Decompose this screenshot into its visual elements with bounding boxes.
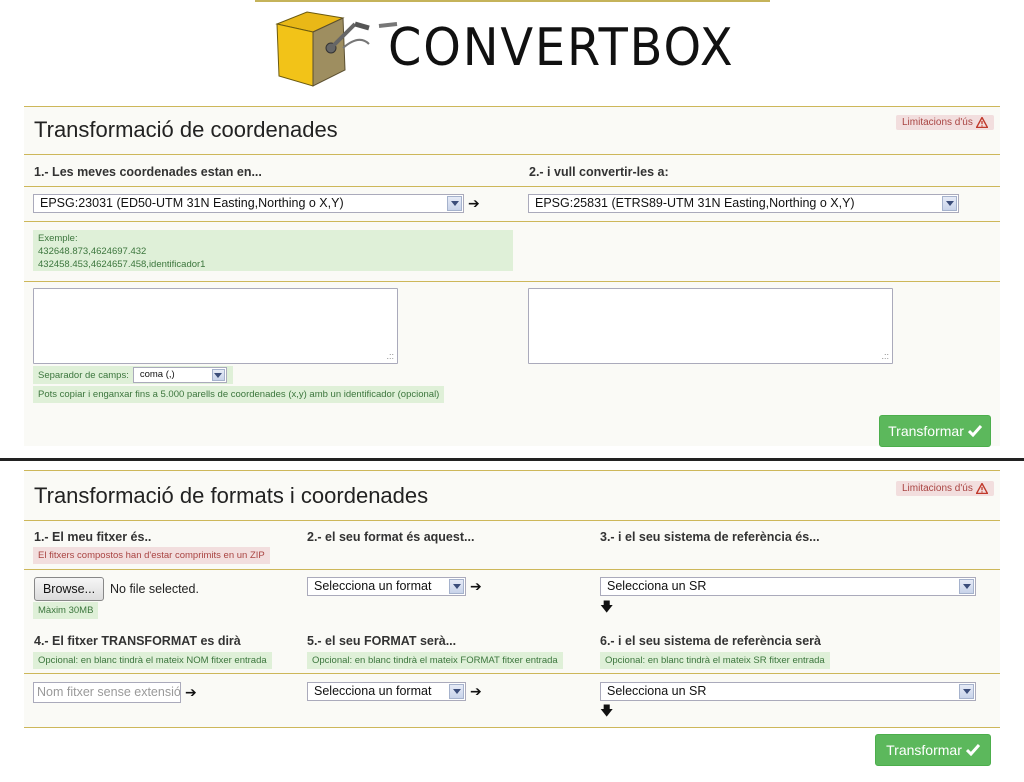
section-divider [0,458,1024,461]
output-sr-select[interactable]: Selecciona un SR [600,682,976,701]
zip-note: El fitxers compostos han d'estar comprim… [33,547,270,564]
formats-step2-label: 2.- el seu format és aquest... [307,530,475,544]
file-status: No file selected. [110,582,199,596]
output-filename-input[interactable]: Nom fitxer sense extensió [33,682,181,703]
transform-formats-button[interactable]: Transformar [875,734,991,766]
coords-step1-label: 1.- Les meves coordenades estan en... [34,165,262,179]
separator-label: Separador de camps: [38,369,129,381]
transform-label: Transformar [888,423,964,439]
result-coords-textarea[interactable]: .:: [528,288,893,364]
arrow-right-icon: ➔ [185,684,197,700]
example-line-2: 432458.453,4624657.458,identificador1 [38,259,206,270]
coords-step2-label: 2.- i vull convertir-les a: [529,165,669,179]
source-srs-value: EPSG:23031 (ED50-UTM 31N Easting,Northin… [40,196,344,210]
input-sr-value: Selecciona un SR [607,579,707,593]
formats-step3-label: 3.- i el seu sistema de referència és... [600,530,820,544]
example-box: Exemple: 432648.873,4624697.432 432458.4… [33,230,513,271]
usage-limits-link[interactable]: Limitacions d'ús [896,115,994,130]
output-format-select[interactable]: Selecciona un format [307,682,466,701]
max-size-note: Màxim 30MB [33,602,99,619]
example-label: Exemple: [38,233,78,244]
chevron-down-icon [211,369,225,381]
resize-grip-icon[interactable]: .:: [386,352,394,361]
chevron-down-icon [447,196,462,211]
transform-coords-button[interactable]: Transformar [879,415,991,447]
formats-step1-label: 1.- El meu fitxer és.. [34,530,152,544]
target-srs-value: EPSG:25831 (ETRS89-UTM 31N Easting,North… [535,196,855,210]
example-line-1: 432648.873,4624697.432 [38,246,147,257]
brand-name: CONVERTBOX [388,18,735,78]
source-coords-textarea[interactable]: .:: [33,288,398,364]
arrow-right-icon: ➔ [470,683,482,699]
convertbox-cube-icon [275,11,398,87]
warning-icon [975,117,988,128]
formats-step5-label: 5.- el seu FORMAT serà... [307,634,457,648]
input-sr-select[interactable]: Selecciona un SR [600,577,976,596]
usage-limits-label: Limitacions d'ús [902,117,973,128]
formats-step4-label: 4.- El fitxer TRANSFORMAT es dirà [34,634,241,648]
output-sr-value: Selecciona un SR [607,684,707,698]
separator-select[interactable]: coma (,) [132,367,227,383]
output-format-value: Selecciona un format [314,684,432,698]
usage-limits-label: Limitacions d'ús [902,483,973,494]
input-format-select[interactable]: Selecciona un format [307,577,466,596]
separator-value: coma (,) [139,369,175,380]
arrow-down-icon: 🡇 [600,599,614,614]
chevron-down-icon [449,579,464,594]
arrow-right-icon: ➔ [468,195,480,211]
chevron-down-icon [959,579,974,594]
chevron-down-icon [959,684,974,699]
separator-row: Separador de camps: coma (,) [33,366,233,384]
paste-hint: Pots copiar i enganxar fins a 5.000 pare… [33,386,445,403]
note-out-format: Opcional: en blanc tindrà el mateix FORM… [307,652,563,669]
note-out-sr: Opcional: en blanc tindrà el mateix SR f… [600,652,830,669]
warning-icon [975,483,988,494]
transform-label: Transformar [886,742,962,758]
formats-title: Transformació de formats i coordenades [34,483,429,508]
target-srs-select[interactable]: EPSG:25831 (ETRS89-UTM 31N Easting,North… [528,194,959,213]
check-icon [967,425,982,437]
arrow-right-icon: ➔ [470,578,482,594]
resize-grip-icon[interactable]: .:: [881,352,889,361]
chevron-down-icon [449,684,464,699]
input-format-value: Selecciona un format [314,579,432,593]
formats-step6-label: 6.- i el seu sistema de referència serà [600,634,821,648]
check-icon [965,744,980,756]
usage-limits-link[interactable]: Limitacions d'ús [896,481,994,496]
chevron-down-icon [942,196,957,211]
arrow-down-icon: 🡇 [600,703,614,718]
note-out-name: Opcional: en blanc tindrà el mateix NOM … [33,652,272,669]
coords-title: Transformació de coordenades [34,117,338,142]
source-srs-select[interactable]: EPSG:23031 (ED50-UTM 31N Easting,Northin… [33,194,464,213]
browse-button[interactable]: Browse... [34,577,104,601]
